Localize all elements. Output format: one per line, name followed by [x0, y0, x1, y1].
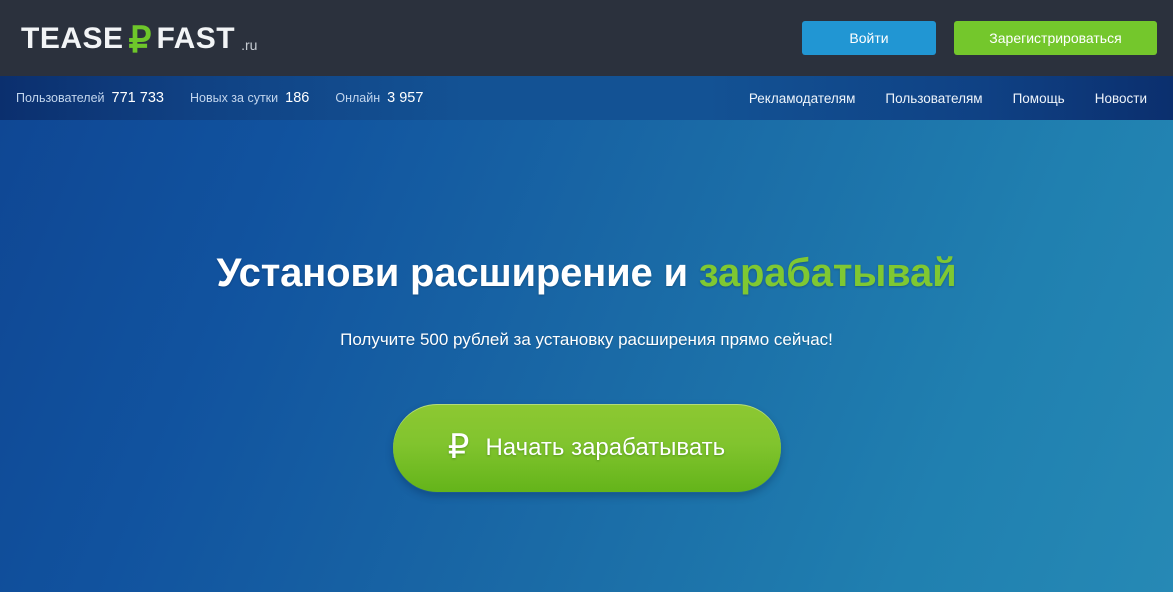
stat-online-label: Онлайн [335, 91, 381, 105]
hero-title: Установи расширение и зарабатывай [0, 251, 1173, 295]
stat-online-value: 3 957 [387, 90, 424, 106]
hero-subtitle: Получите 500 рублей за установку расшире… [340, 330, 833, 349]
cta-container: ₽ Начать зарабатывать [0, 404, 1173, 492]
nav-item-news[interactable]: Новости [1095, 91, 1147, 106]
login-button[interactable]: Войти [802, 21, 936, 55]
site-logo[interactable]: TEASE ₽ FAST .ru [21, 19, 258, 60]
hero-title-main: Установи расширение и [216, 250, 699, 295]
register-button[interactable]: Зарегистрироваться [954, 21, 1157, 55]
nav-item-help[interactable]: Помощь [1013, 91, 1065, 106]
stat-users-label: Пользователей [16, 91, 105, 105]
site-stats: Пользователей 771 733 Новых за сутки 186… [16, 90, 423, 106]
logo-word-left: TEASE [21, 22, 124, 55]
stat-new-today-value: 186 [285, 90, 310, 106]
stat-new-today-label: Новых за сутки [189, 91, 279, 105]
landing-page: TEASE ₽ FAST .ru Войти Зарегистрироватьс… [0, 0, 1173, 592]
hero-content: Установи расширение и зарабатывай Получи… [0, 120, 1173, 592]
ruble-icon: ₽ [447, 428, 470, 466]
stats-nav-bar: Пользователей 771 733 Новых за сутки 186… [0, 76, 1173, 120]
hero-section: Установи расширение и зарабатывай Получи… [0, 120, 1173, 592]
header-actions: Войти Зарегистрироваться [802, 21, 1157, 55]
stat-new-today: Новых за сутки 186 [190, 90, 309, 106]
start-earning-button[interactable]: ₽ Начать зарабатывать [392, 404, 781, 492]
main-navigation: Рекламодателям Пользователям Помощь Ново… [749, 91, 1147, 106]
stat-users: Пользователей 771 733 [16, 90, 164, 106]
start-earning-label: Начать зарабатывать [485, 434, 726, 461]
nav-item-advertisers[interactable]: Рекламодателям [749, 91, 856, 106]
stat-users-value: 771 733 [111, 90, 164, 106]
site-header: TEASE ₽ FAST .ru Войти Зарегистрироватьс… [0, 0, 1173, 76]
nav-item-users[interactable]: Пользователям [885, 91, 982, 106]
hero-title-accent: зарабатывай [698, 250, 957, 295]
ruble-icon: ₽ [128, 19, 152, 60]
logo-word-right: FAST [156, 22, 236, 55]
stat-online: Онлайн 3 957 [335, 90, 423, 106]
logo-tld: .ru [241, 37, 258, 53]
